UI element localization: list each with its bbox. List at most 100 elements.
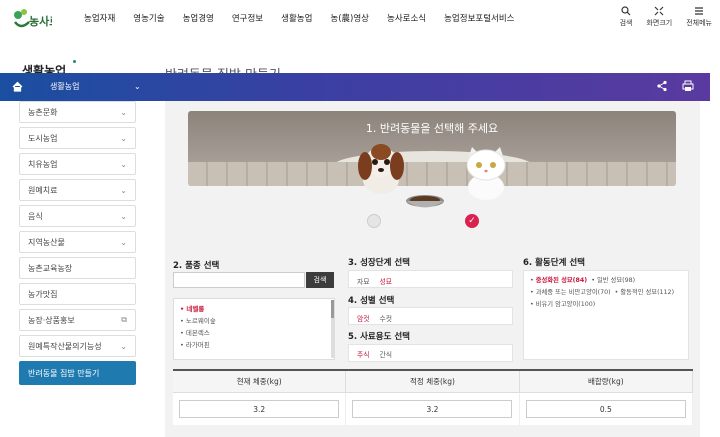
sex-section-title: 4. 성별 선택: [348, 296, 395, 306]
print-icon[interactable]: [682, 80, 694, 92]
all-menu-button[interactable]: 전체메뉴: [686, 6, 712, 28]
growth-options: 자묘 성묘: [357, 276, 392, 286]
sidebar-item-horticultural-therapy[interactable]: 원예치료 ⌄: [19, 179, 136, 201]
amount-field: 0.5: [525, 400, 686, 418]
breed-search-button[interactable]: 검색: [306, 272, 334, 288]
sidebar-menu: 농촌문화 ⌄ 도시농업 ⌄ 치유농업 ⌄ 원예치료 ⌄ 음식 ⌄ 지역농산물 ⌄ 농촌교육농…: [19, 101, 136, 389]
sidebar-item-label: 치유농업: [28, 159, 58, 169]
menu-icon: [695, 7, 704, 15]
breed-list-item[interactable]: • 네벨룽: [180, 303, 328, 315]
sidebar-item-label: 도시농업: [28, 133, 58, 143]
breed-list-item[interactable]: • 노르웨이숲: [180, 315, 328, 327]
sidebar-item-farm-promotion[interactable]: 농장·상품홍보 ⧉: [19, 309, 136, 331]
top-header: 농사로 농업자재 영농기술 농업경영 연구정보 생활농업 농(農)영상 농사로소…: [0, 0, 720, 40]
breed-list[interactable]: • 네벨룽 • 노르웨이숲 • 데본렉스 • 라가머핀: [173, 298, 335, 360]
result-header-row: 현재 체중(kg) 적정 체중(kg) 배합량(kg): [173, 371, 693, 393]
svg-text:농사로: 농사로: [29, 14, 52, 28]
nav-item-7[interactable]: 농사로소식: [387, 12, 426, 24]
chevron-down-icon: ⌄: [120, 107, 127, 117]
activity-option[interactable]: 중성화된 성묘(84): [536, 277, 587, 284]
food-bowl-graphic: [406, 195, 444, 208]
sidebar-item-urban-farming[interactable]: 도시농업 ⌄: [19, 127, 136, 149]
sidebar-item-healing-farming[interactable]: 치유농업 ⌄: [19, 153, 136, 175]
sex-option-male[interactable]: 수컷: [380, 313, 393, 323]
sidebar-item-pet-food[interactable]: 반려동물 집밥 만들기: [19, 361, 136, 385]
nav-item-8[interactable]: 농업정보포털서비스: [444, 12, 514, 24]
result-header-amount: 배합량(kg): [520, 371, 693, 392]
location-bar: 생활농업 ⌄: [0, 73, 710, 101]
sex-options: 암컷 수컷: [357, 313, 392, 323]
home-icon[interactable]: [12, 81, 23, 92]
pet-select-banner: 1. 반려동물을 선택해 주세요: [188, 111, 676, 186]
chevron-down-icon[interactable]: ⌄: [134, 82, 141, 91]
activity-section-title: 6. 활동단계 선택: [523, 258, 585, 268]
ideal-weight-field: 3.2: [352, 400, 513, 418]
activity-option[interactable]: 과체중 또는 비만고양이(70): [536, 289, 611, 296]
dog-radio[interactable]: [367, 214, 381, 228]
activity-option[interactable]: 활동적인 성묘(112): [620, 289, 674, 296]
result-cell: 3.2: [173, 393, 347, 425]
activity-row: • 비유기 암고양이(100): [530, 301, 596, 308]
dog-option[interactable]: [355, 140, 407, 196]
sidebar-item-food[interactable]: 음식 ⌄: [19, 205, 136, 227]
chevron-down-icon: ⌄: [120, 211, 127, 221]
location-actions: [656, 80, 694, 92]
cat-option[interactable]: [456, 143, 516, 203]
sidebar-item-label: 농촌교육농장: [28, 263, 73, 273]
feed-option-main[interactable]: 주식: [357, 349, 370, 359]
chevron-down-icon: ⌄: [120, 185, 127, 195]
title-dot: [73, 60, 76, 63]
growth-option-adult[interactable]: 성묘: [380, 276, 393, 286]
feed-option-snack[interactable]: 간식: [380, 349, 393, 359]
breed-list-item[interactable]: • 데본렉스: [180, 327, 328, 339]
zoom-label: 화면크기: [646, 19, 673, 27]
cat-radio-checked[interactable]: ✓: [465, 214, 479, 228]
share-icon[interactable]: [656, 80, 668, 92]
feed-section-title: 5. 사료용도 선택: [348, 332, 410, 342]
breed-search-input[interactable]: [173, 272, 305, 288]
breadcrumb-current[interactable]: 생활농업: [50, 81, 79, 92]
sidebar-item-label: 지역농산물: [28, 237, 65, 247]
nav-item-4[interactable]: 연구정보: [232, 12, 263, 24]
expand-icon: [654, 6, 664, 16]
result-cell: 3.2: [346, 393, 520, 425]
nav-item-5[interactable]: 생활농업: [281, 12, 312, 24]
breed-list-scrollbar[interactable]: [331, 300, 334, 358]
sidebar-item-farm-restaurant[interactable]: 농가맛집: [19, 283, 136, 305]
sex-option-female[interactable]: 암컷: [357, 313, 370, 323]
result-table: 현재 체중(kg) 적정 체중(kg) 배합량(kg) 3.2 3.2 0.5: [173, 369, 693, 425]
breed-list-item[interactable]: • 라가머핀: [180, 339, 328, 351]
all-menu-label: 전체메뉴: [686, 19, 712, 27]
main-nav: 농업자재 영농기술 농업경영 연구정보 생활농업 농(農)영상 농사로소식 농업…: [84, 12, 533, 24]
result-value-row: 3.2 3.2 0.5: [173, 393, 693, 425]
result-header-ideal-weight: 적정 체중(kg): [346, 371, 520, 392]
sidebar-item-functional-crops[interactable]: 원예특작산물의기능성 ⌄: [19, 335, 136, 357]
zoom-button[interactable]: 화면크기: [646, 6, 672, 28]
breed-name: 노르웨이숲: [185, 317, 216, 325]
growth-option-kitten[interactable]: 자묘: [357, 276, 370, 286]
activity-options: • 중성화된 성묘(84) • 일반 성묘(98) • 과체중 또는 비만고양이…: [523, 270, 689, 360]
nav-item-3[interactable]: 농업경영: [183, 12, 214, 24]
nav-item-6[interactable]: 농(農)영상: [330, 12, 369, 24]
external-link-icon: ⧉: [121, 315, 127, 324]
nav-item-1[interactable]: 농업자재: [84, 12, 115, 24]
chevron-down-icon: ⌄: [120, 133, 127, 143]
chevron-down-icon: ⌄: [120, 341, 127, 351]
sidebar-item-label: 농장·상품홍보: [28, 315, 75, 325]
activity-option[interactable]: 비유기 암고양이(100): [536, 301, 596, 308]
scrollbar-thumb[interactable]: [331, 300, 334, 318]
growth-section-title: 3. 성장단계 선택: [348, 258, 410, 268]
chevron-down-icon: ⌄: [120, 237, 127, 247]
current-weight-field[interactable]: 3.2: [179, 400, 340, 418]
nongsaro-logo[interactable]: 농사로: [12, 6, 52, 34]
activity-option[interactable]: 일반 성묘(98): [597, 277, 635, 284]
search-button[interactable]: 검색: [620, 6, 632, 28]
sidebar-item-education-farm[interactable]: 농촌교육농장: [19, 257, 136, 279]
sidebar-item-label: 농촌문화: [28, 107, 58, 117]
result-cell: 0.5: [520, 393, 693, 425]
sidebar-item-local-produce[interactable]: 지역농산물 ⌄: [19, 231, 136, 253]
banner-prompt: 1. 반려동물을 선택해 주세요: [365, 122, 499, 135]
sidebar-item-rural-culture[interactable]: 농촌문화 ⌄: [19, 101, 136, 123]
nav-item-2[interactable]: 영농기술: [133, 12, 164, 24]
sidebar-item-label: 반려동물 집밥 만들기: [28, 368, 100, 378]
